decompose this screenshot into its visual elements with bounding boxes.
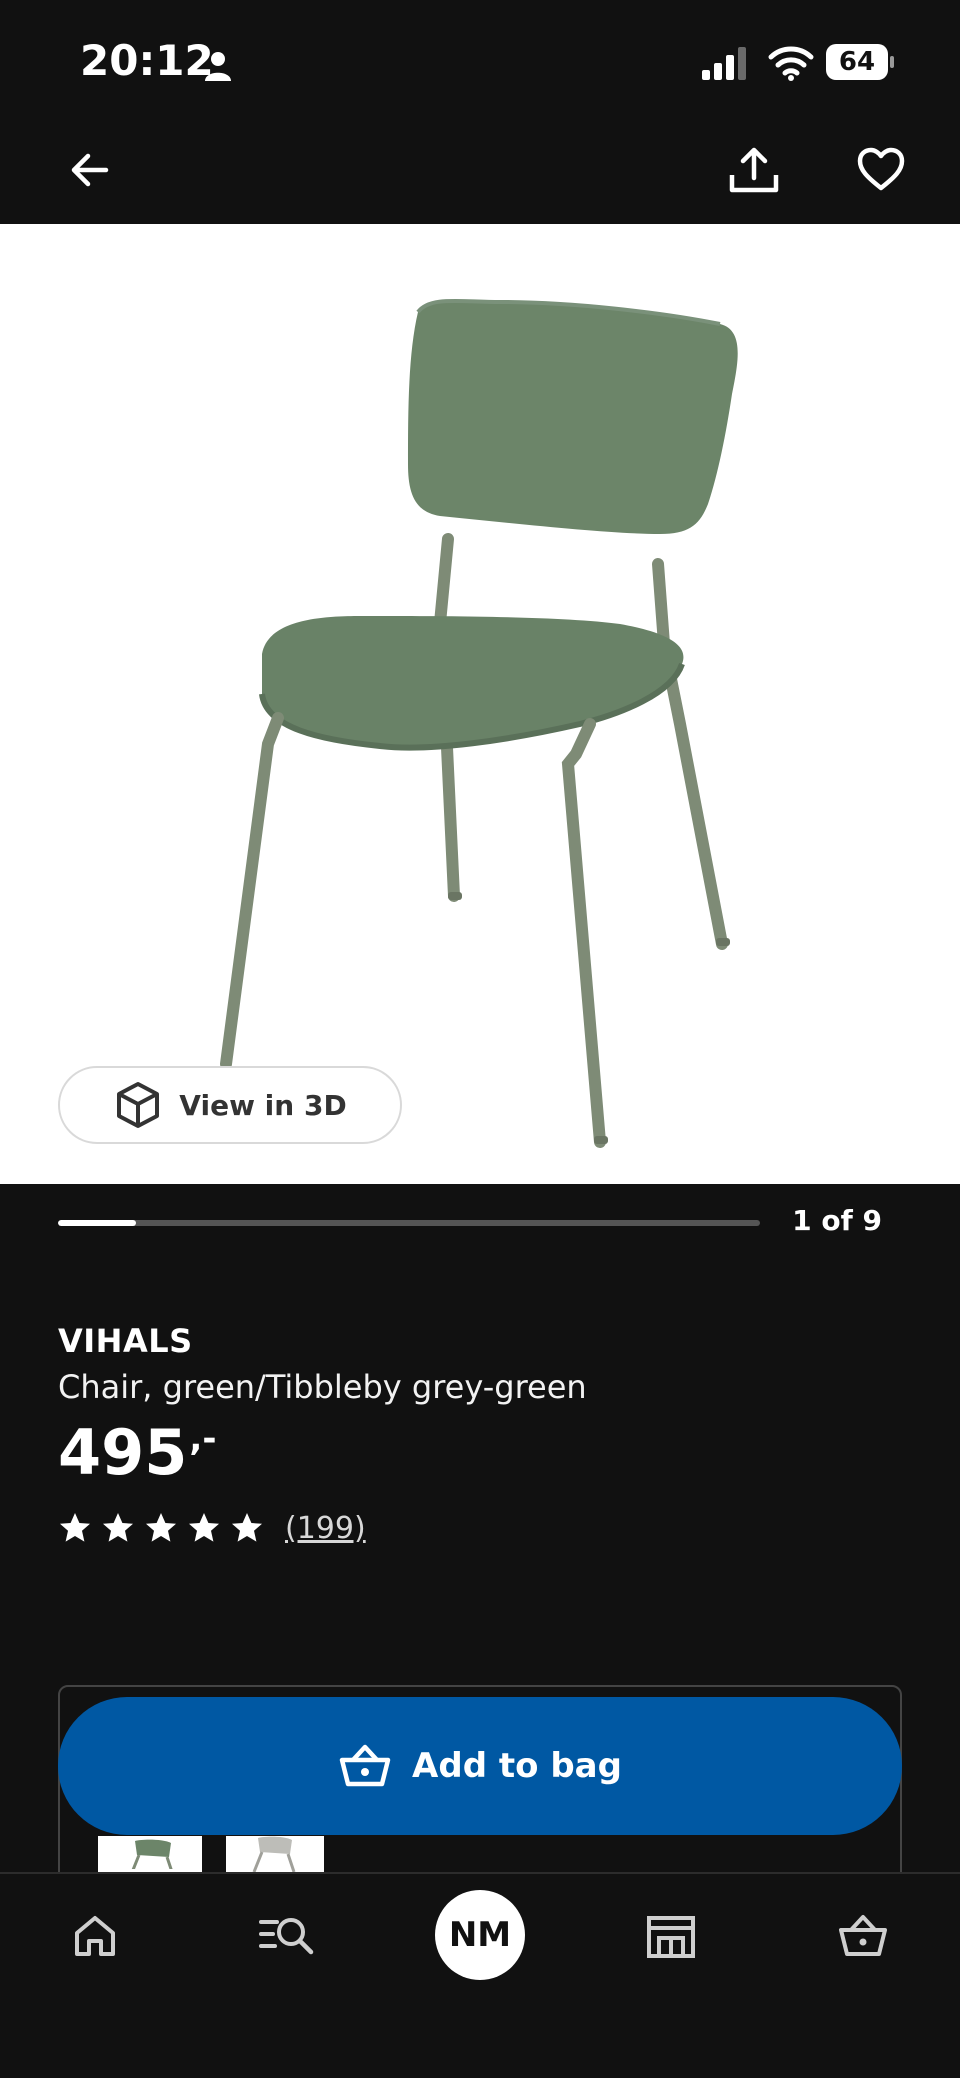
battery-icon: 64	[826, 44, 896, 82]
cube-icon	[117, 1082, 160, 1128]
star-icon	[189, 1513, 219, 1542]
basket-icon	[339, 1744, 391, 1787]
variant-thumbnail-selected[interactable]	[98, 1836, 202, 1872]
favorite-button[interactable]	[845, 134, 917, 206]
price-suffix: ,-	[189, 1419, 217, 1459]
product-description: Chair, green/Tibbleby grey-green	[58, 1368, 587, 1406]
back-arrow-icon	[71, 153, 109, 187]
person-icon	[205, 52, 231, 81]
product-name: VIHALS	[58, 1322, 193, 1360]
battery-level: 64	[826, 44, 888, 80]
gallery-progress-bar	[58, 1220, 760, 1226]
tab-store[interactable]	[626, 1894, 716, 1978]
home-icon	[75, 1916, 115, 1956]
star-icon	[60, 1513, 90, 1542]
rating[interactable]: (199)	[58, 1508, 366, 1548]
price-main: 495	[58, 1416, 188, 1489]
view-in-3d-button[interactable]: View in 3D	[58, 1066, 402, 1144]
search-list-icon	[259, 1918, 314, 1955]
view-in-3d-label: View in 3D	[179, 1088, 347, 1122]
battery-tip	[890, 56, 894, 68]
gallery-progress-fill	[58, 1220, 136, 1226]
tab-profile[interactable]: NM	[435, 1890, 525, 1980]
add-to-bag-label: Add to bag	[412, 1746, 622, 1786]
status-time: 20:12	[80, 36, 214, 85]
share-button[interactable]	[718, 134, 790, 206]
wifi-icon	[768, 46, 814, 81]
back-button[interactable]	[54, 134, 126, 206]
star-icon	[232, 1513, 262, 1542]
star-icon	[146, 1513, 176, 1542]
tab-search[interactable]	[242, 1894, 332, 1978]
variant-chair-thumbnail	[131, 1839, 173, 1869]
add-to-bag-button[interactable]: Add to bag	[58, 1697, 902, 1835]
store-icon	[647, 1916, 695, 1958]
variant-thumbnail[interactable]	[226, 1836, 324, 1872]
tab-home[interactable]	[50, 1894, 140, 1978]
product-image-area[interactable]: View in 3D	[0, 224, 960, 1184]
profile-initials: NM	[448, 1915, 512, 1955]
gallery-counter: 1 of 9	[792, 1204, 882, 1237]
heart-icon	[857, 147, 905, 191]
price: 495 ,-	[58, 1418, 216, 1488]
basket-icon	[839, 1915, 887, 1956]
top-nav	[0, 120, 960, 224]
review-count-link[interactable]: (199)	[285, 1511, 366, 1546]
tab-bag[interactable]	[818, 1894, 908, 1978]
chair-image	[220, 298, 738, 1148]
variant-chair-thumbnail	[252, 1836, 296, 1872]
star-icon	[103, 1513, 133, 1542]
signal-icon	[702, 47, 746, 80]
share-icon	[729, 147, 779, 193]
